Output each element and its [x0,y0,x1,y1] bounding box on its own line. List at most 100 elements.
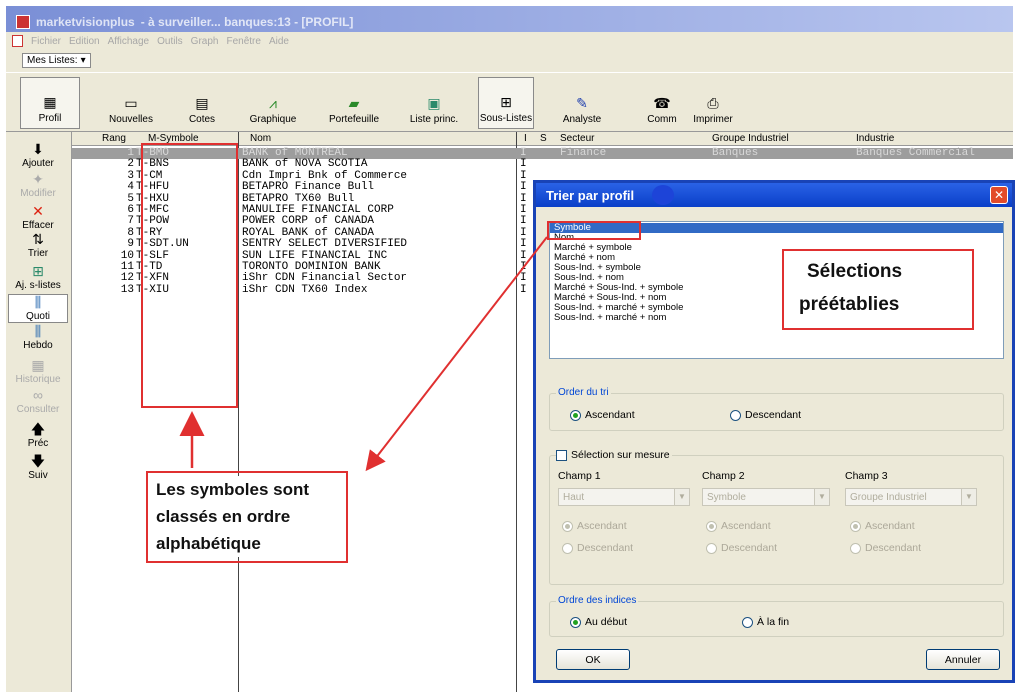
historique-button[interactable]: ▦ Historique [8,358,68,385]
champ2-descendant-label: Descendant [721,542,778,554]
sous-listes-button[interactable]: ⊞ Sous-Listes [478,77,534,129]
name-cell: iShr CDN TX60 Index [242,283,368,296]
rank-cell: 5 [127,192,134,205]
radio-checked-icon [706,520,717,532]
main-toolbar: ▦ Profil ▭ Nouvelles ▤ Cotes ⩘ Graphique… [6,72,1013,132]
name-cell: TORONTO DOMINION BANK [242,261,381,273]
news-icon: ▭ [124,95,138,111]
menu-graph[interactable]: Graph [191,36,219,47]
prec-button[interactable]: 🡅 Préc [8,422,68,449]
liste-princ-button[interactable]: ▣ Liste princ. [402,77,466,129]
menu-bar: Fichier Edition Affichage Outils Graph F… [6,32,1013,50]
champ2-ascendant-radio[interactable]: Ascendant [706,520,771,532]
col-secteur-header[interactable]: Secteur [560,133,594,144]
rank-cell: 1 [127,147,134,159]
menu-outils[interactable]: Outils [157,36,183,47]
analyste-button[interactable]: ✎ Analyste [558,77,606,129]
sublist-icon: ⊞ [500,94,512,110]
trier-button[interactable]: ⇅ Trier [8,232,68,259]
col-i-header[interactable]: I [524,133,527,144]
ajouter-label: Ajouter [22,158,54,169]
champ1-value: Haut [563,492,585,503]
ok-button[interactable]: OK [556,649,630,670]
champ2-select[interactable]: Symbole ▼ [702,488,830,506]
first-row-industrie: Banques Commercial [856,147,975,159]
add-sublist-icon: ⊞ [32,263,44,279]
champ2-descendant-radio[interactable]: Descendant [706,542,777,554]
graphique-label: Graphique [249,114,297,125]
quoti-button[interactable]: ⫼ Quoti [8,294,68,323]
profil-button[interactable]: ▦ Profil [20,77,80,129]
i-cell: I [520,147,527,159]
custom-selection-group: Sélection sur mesure Champ 1 Champ 2 Cha… [549,449,1004,585]
sort-order-group: Order du tri Ascendant Descendant [549,387,1004,431]
portefeuille-button[interactable]: ▰ Portefeuille [322,77,386,129]
effacer-button[interactable]: ✕ Effacer [8,204,68,231]
champ1-ascendant-radio[interactable]: Ascendant [562,520,627,532]
descendant-label: Descendant [745,409,802,421]
document-icon[interactable] [12,35,23,47]
menu-affichage[interactable]: Affichage [108,36,150,47]
dialog-title: Trier par profil [546,188,635,203]
champ1-ascendant-label: Ascendant [577,520,627,532]
ascendant-radio[interactable]: Ascendant [570,409,635,421]
menu-edition[interactable]: Edition [69,36,100,47]
champ2-ascendant-label: Ascendant [721,520,771,532]
modifier-button[interactable]: ✦ Modifier [8,172,68,199]
i-cell: I [520,169,527,182]
col-rang-header[interactable]: Rang [102,133,126,144]
au-debut-radio[interactable]: Au début [570,616,627,628]
champ1-select[interactable]: Haut ▼ [558,488,690,506]
alphabetical-line2: classés en ordre [156,503,291,530]
annuler-button[interactable]: Annuler [926,649,1000,670]
name-cell: BETAPRO Finance Bull [242,181,375,194]
name-cell: MANULIFE FINANCIAL CORP [242,204,394,216]
radio-unchecked-icon [706,542,717,554]
a-la-fin-label: À la fin [757,616,790,628]
i-cell: I [520,249,527,262]
radio-unchecked-icon [562,542,573,554]
descendant-radio[interactable]: Descendant [730,409,801,421]
col-industrie-header[interactable]: Industrie [856,133,894,144]
suiv-button[interactable]: 🡇 Suiv [8,454,68,481]
chart-icon: ⩘ [269,95,277,111]
hebdo-button[interactable]: ⫼ Hebdo [8,324,68,351]
col-groupe-header[interactable]: Groupe Industriel [712,133,789,144]
radio-checked-icon [570,616,581,628]
consulter-button[interactable]: ∞ Consulter [8,388,68,415]
rank-cell: 8 [127,226,134,239]
i-cell: I [520,204,527,216]
menu-fenetre[interactable]: Fenêtre [226,36,260,47]
custom-selection-checkbox[interactable]: Sélection sur mesure [556,449,672,461]
a-la-fin-radio[interactable]: À la fin [742,616,789,628]
menu-fichier[interactable]: Fichier [31,36,61,47]
my-lists-dropdown[interactable]: Mes Listes: ▾ [22,53,91,68]
champ1-descendant-radio[interactable]: Descendant [562,542,633,554]
champ3-ascendant-label: Ascendant [865,520,915,532]
window-title-rest: - à surveiller... banques:13 - [PROFIL] [140,15,354,29]
modifier-label: Modifier [20,188,56,199]
cotes-button[interactable]: ▤ Cotes [182,77,222,129]
champ3-value: Groupe Industriel [850,492,927,503]
champ3-select[interactable]: Groupe Industriel ▼ [845,488,977,506]
close-icon[interactable]: ✕ [990,186,1008,204]
col-s-header[interactable]: S [540,133,547,144]
i-cell: I [520,283,527,296]
imprimer-button[interactable]: ⎙ Imprimer [688,77,738,129]
col-nom-header[interactable]: Nom [250,133,271,144]
history-icon: ▦ [31,357,45,373]
champ3-ascendant-radio[interactable]: Ascendant [850,520,915,532]
analyst-icon: ✎ [576,95,588,111]
ajouter-button[interactable]: ⬇ Ajouter [8,142,68,169]
symbole-item-highlight [547,221,641,240]
nouvelles-button[interactable]: ▭ Nouvelles [106,77,156,129]
portfolio-icon: ▰ [348,95,360,111]
menu-aide[interactable]: Aide [269,36,289,47]
comm-button[interactable]: ☎ Comm [642,77,682,129]
graphique-button[interactable]: ⩘ Graphique [246,77,300,129]
trier-label: Trier [27,248,49,259]
aj-slistes-button[interactable]: ⊞ Aj. s-listes [8,264,68,291]
index-order-title: Ordre des indices [556,595,639,606]
portefeuille-label: Portefeuille [328,114,380,125]
champ3-descendant-radio[interactable]: Descendant [850,542,921,554]
